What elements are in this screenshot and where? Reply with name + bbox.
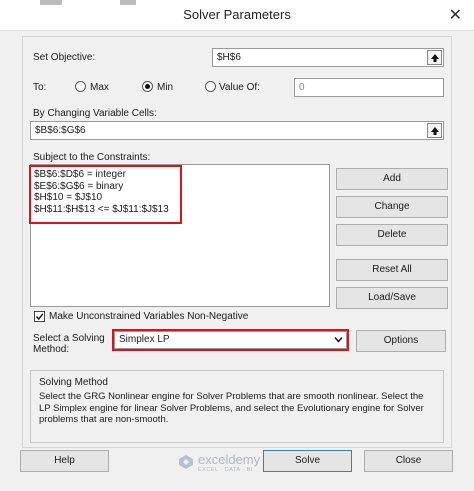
changing-cells-input[interactable]: $B$6:$G$6 <box>30 121 444 140</box>
constraint-item[interactable]: $E$6:$G$6 = binary <box>34 181 169 193</box>
value-of-value: 0 <box>299 82 305 93</box>
watermark-tagline: EXCEL · DATA · BI <box>198 467 253 473</box>
title-bar: Solver Parameters ✕ <box>0 0 474 31</box>
radio-min[interactable] <box>142 81 153 92</box>
constraint-item[interactable]: $B$6:$D$6 = integer <box>34 169 169 181</box>
add-button[interactable]: Add <box>336 168 448 190</box>
constraints-label: Subject to the Constraints: <box>33 152 151 163</box>
checkmark-icon <box>35 313 44 321</box>
radio-max-label: Max <box>90 82 109 93</box>
radio-value-of[interactable] <box>205 81 216 92</box>
solving-method-description: Select the GRG Nonlinear engine for Solv… <box>39 391 424 425</box>
cropped-fragment <box>120 0 136 5</box>
watermark-brand: exceldemy <box>198 452 261 467</box>
cropped-fragment <box>40 0 62 5</box>
solving-method-group: Solving Method Select the GRG Nonlinear … <box>30 370 444 443</box>
solve-button[interactable]: Solve <box>263 450 352 472</box>
select-method-label: Select a Solving <box>33 333 105 344</box>
collapse-dialog-button[interactable] <box>427 123 442 138</box>
radio-min-label: Min <box>157 82 174 93</box>
close-button[interactable]: Close <box>364 450 453 472</box>
change-button[interactable]: Change <box>336 196 448 218</box>
solving-method-select[interactable]: Simplex LP <box>114 331 347 349</box>
help-button[interactable]: Help <box>20 450 109 472</box>
radio-max[interactable] <box>75 81 86 92</box>
exceldemy-logo-icon <box>179 455 193 469</box>
constraint-item[interactable]: $H$10 = $J$10 <box>34 192 169 204</box>
options-button[interactable]: Options <box>356 330 446 352</box>
constraint-item[interactable]: $H$11:$H$13 <= $J$11:$J$13 <box>34 204 169 216</box>
objective-value: $H$6 <box>217 52 241 63</box>
non-negative-label: Make Unconstrained Variables Non-Negativ… <box>49 311 249 322</box>
arrow-up-icon <box>431 54 439 62</box>
close-icon[interactable]: ✕ <box>449 5 462 25</box>
non-negative-checkbox[interactable] <box>34 311 45 322</box>
window-title: Solver Parameters <box>183 7 291 22</box>
radio-value-of-label: Value Of: <box>219 82 260 93</box>
arrow-up-icon <box>431 127 439 135</box>
collapse-dialog-button[interactable] <box>427 50 442 65</box>
value-of-input[interactable]: 0 <box>294 78 444 97</box>
delete-button[interactable]: Delete <box>336 224 448 246</box>
solving-method-value: Simplex LP <box>119 334 170 345</box>
solving-method-title: Solving Method <box>39 377 108 388</box>
set-objective-label: Set Objective: <box>33 52 96 63</box>
chevron-down-icon <box>334 337 343 343</box>
changing-cells-label: By Changing Variable Cells: <box>33 108 157 119</box>
objective-input[interactable]: $H$6 <box>212 48 444 67</box>
load-save-button[interactable]: Load/Save <box>336 287 448 309</box>
reset-all-button[interactable]: Reset All <box>336 259 448 281</box>
constraints-items: $B$6:$D$6 = integer $E$6:$G$6 = binary $… <box>34 169 169 215</box>
to-label: To: <box>33 82 47 93</box>
changing-cells-value: $B$6:$G$6 <box>35 125 86 136</box>
select-method-label-2: Method: <box>33 344 70 355</box>
